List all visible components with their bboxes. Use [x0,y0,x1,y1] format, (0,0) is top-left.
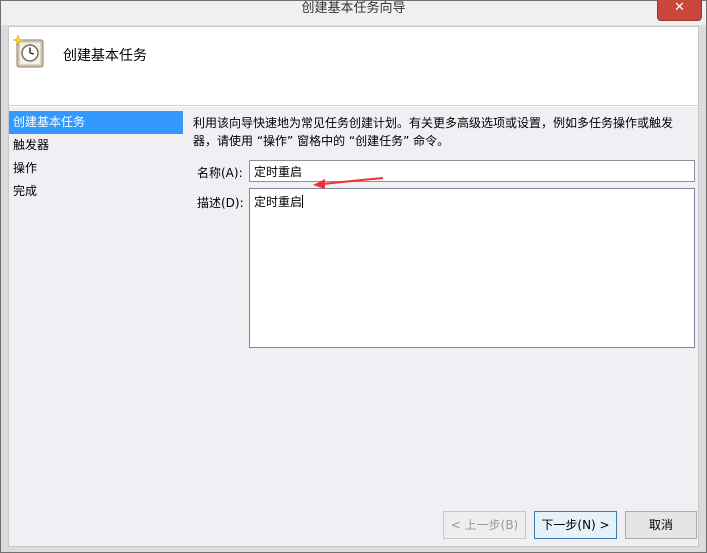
step-trigger[interactable]: 触发器 [9,134,183,157]
step-create-basic-task[interactable]: 创建基本任务 [9,111,183,134]
close-button[interactable]: ✕ [657,0,702,21]
intro-line-1: 利用该向导快速地为常见任务创建计划。有关更多高级选项或设置，例如多任务操作或触发 [193,116,674,130]
red-arrow-annotation [313,177,384,189]
wizard-content: 利用该向导快速地为常见任务创建计划。有关更多高级选项或设置，例如多任务操作或触发… [193,114,698,348]
text-caret [302,195,304,208]
wizard-client-area: 创建基本任务 创建基本任务 触发器 操作 完成 利用该向导快速地为常见任务创建计… [8,26,699,547]
title-bar[interactable]: 创建基本任务向导 ✕ [1,0,706,25]
intro-text: 利用该向导快速地为常见任务创建计划。有关更多高级选项或设置，例如多任务操作或触发… [193,114,693,150]
step-finish[interactable]: 完成 [9,180,183,203]
step-action[interactable]: 操作 [9,157,183,180]
intro-line-2: 器，请使用 “操作” 窗格中的 “创建任务” 命令。 [193,134,450,148]
wizard-header: 创建基本任务 [9,27,698,106]
close-icon: ✕ [674,0,685,15]
description-label: 描述(D): [197,196,244,210]
cancel-button[interactable]: 取消 [625,511,697,539]
wizard-body: 创建基本任务 触发器 操作 完成 利用该向导快速地为常见任务创建计划。有关更多高… [9,107,698,546]
name-label: 名称(A): [197,166,243,180]
wizard-window: 创建基本任务向导 ✕ 创建基本任务 创建基本任务 触发器 操作 完成 利用该向导… [0,0,707,553]
wizard-steps-list: 创建基本任务 触发器 操作 完成 [9,111,183,203]
window-title: 创建基本任务向导 [301,1,406,16]
back-button[interactable]: < 上一步(B) [443,511,526,539]
clock-task-icon [13,35,44,68]
name-input-value: 定时重启 [254,165,303,179]
description-value: 定时重启 [254,195,303,209]
next-button[interactable]: 下一步(N) > [534,511,617,539]
page-title: 创建基本任务 [63,48,147,64]
description-textarea[interactable]: 定时重启 [249,188,695,348]
